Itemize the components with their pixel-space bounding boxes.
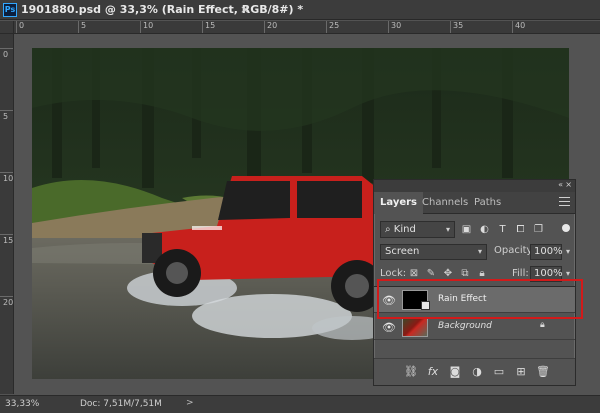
vertical-ruler[interactable]: 0 5 10 15 20 — [0, 34, 14, 394]
type-filter-icon[interactable]: T — [496, 223, 509, 236]
opacity-field[interactable]: 100% ▾ — [530, 244, 570, 260]
layer-thumbnail — [402, 317, 428, 337]
shape-filter-icon[interactable]: ⧠ — [514, 223, 527, 236]
opacity-label: Opacity: — [494, 245, 536, 256]
blend-mode-value: Screen — [385, 246, 420, 257]
ruler-label: 30 — [391, 21, 402, 30]
panel-tabs: Layers Channels Paths — [374, 192, 575, 214]
trash-icon[interactable]: 🗑︎ — [536, 365, 550, 379]
ruler-label: 0 — [3, 50, 9, 59]
photoshop-window: Ps 1901880.psd @ 33,3% (Rain Effect, RGB… — [0, 0, 600, 413]
ruler-label: 5 — [81, 21, 87, 30]
link-layers-icon[interactable]: ⛓ — [404, 365, 418, 379]
zoom-level[interactable]: 33,33% — [5, 399, 39, 409]
add-mask-icon[interactable]: ◙ — [448, 365, 462, 379]
chevron-down-icon: ▾ — [477, 247, 482, 256]
horizontal-ruler[interactable]: 0 5 10 15 20 25 30 35 40 — [14, 21, 600, 34]
ruler-origin[interactable] — [0, 21, 14, 34]
adjustment-filter-icon[interactable]: ◐ — [478, 223, 491, 236]
ruler-label: 0 — [19, 21, 25, 30]
smart-object-filter-icon[interactable]: ❐ — [532, 223, 545, 236]
filter-kind-label: Kind — [393, 224, 416, 235]
filter-kind-select[interactable]: ⌕ Kind ▾ — [380, 221, 455, 238]
search-icon: ⌕ — [385, 224, 391, 235]
blend-mode-select[interactable]: Screen ▾ — [380, 244, 487, 260]
ruler-label: 35 — [453, 21, 464, 30]
filter-toggle[interactable] — [562, 224, 570, 232]
ruler-label: 5 — [3, 112, 9, 121]
ruler-label: 25 — [329, 21, 340, 30]
adjustment-layer-icon[interactable]: ◑ — [470, 365, 484, 379]
new-layer-icon[interactable]: ⊞ — [514, 365, 528, 379]
ruler-label: 15 — [3, 236, 14, 245]
image-filter-icon[interactable]: ▣ — [460, 223, 473, 236]
ruler-label: 20 — [3, 298, 14, 307]
blend-row: Screen ▾ Opacity: 100% ▾ — [374, 244, 575, 262]
photoshop-logo-icon: Ps — [3, 3, 17, 17]
ruler-label: 40 — [515, 21, 526, 30]
status-bar: 33,33% Doc: 7,51M/7,51M > — [0, 395, 600, 413]
fill-value: 100% — [534, 268, 563, 279]
panel-header-bar[interactable]: « × — [374, 180, 575, 192]
document-close-icon[interactable]: × — [240, 3, 249, 16]
chevron-down-icon: ▾ — [445, 225, 450, 234]
layer-filter-row: ⌕ Kind ▾ ▣ ◐ T ⧠ ❐ — [374, 220, 575, 240]
document-tab-title[interactable]: 1901880.psd @ 33,3% (Rain Effect, RGB/8#… — [21, 3, 303, 16]
fx-icon[interactable]: fx — [426, 365, 440, 379]
opacity-value: 100% — [534, 246, 563, 257]
panel-menu-icon[interactable] — [559, 197, 570, 207]
visibility-eye-icon[interactable]: 👁︎ — [382, 321, 396, 334]
ruler-label: 10 — [143, 21, 154, 30]
fill-label: Fill: — [512, 268, 529, 279]
lock-label: Lock: — [380, 268, 407, 279]
document-tab-bar: Ps 1901880.psd @ 33,3% (Rain Effect, RGB… — [0, 0, 600, 20]
ruler-label: 15 — [205, 21, 216, 30]
panel-footer-toolbar: ⛓ fx ◙ ◑ ▭ ⊞ 🗑︎ — [374, 358, 575, 385]
layer-name[interactable]: Background — [438, 321, 492, 331]
selection-highlight-box — [377, 279, 583, 319]
ruler-label: 20 — [267, 21, 278, 30]
tab-channels[interactable]: Channels — [416, 192, 474, 214]
status-menu-arrow-icon[interactable]: > — [186, 398, 194, 408]
ruler-label: 10 — [3, 174, 14, 183]
layer-lock-icon[interactable]: 🔒︎ — [540, 320, 545, 330]
new-group-icon[interactable]: ▭ — [492, 365, 506, 379]
chevron-down-icon[interactable]: ▾ — [566, 245, 570, 259]
close-panel-icon[interactable]: × — [565, 180, 572, 189]
collapse-panel-icon[interactable]: « — [558, 180, 563, 189]
document-size-info: Doc: 7,51M/7,51M — [80, 399, 162, 409]
tab-paths[interactable]: Paths — [468, 192, 507, 214]
